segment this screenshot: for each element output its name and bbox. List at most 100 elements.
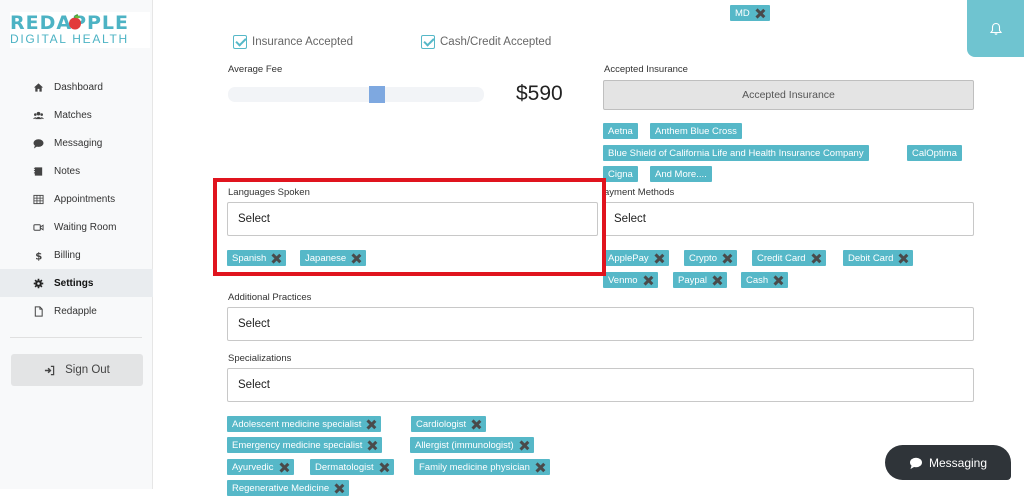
checkbox-label: Insurance Accepted xyxy=(252,36,354,48)
remove-icon[interactable] xyxy=(722,253,732,263)
additional-practices-select[interactable]: Select xyxy=(227,307,974,341)
chip-label: Dermatologist xyxy=(315,461,374,473)
chip-label: ApplePay xyxy=(608,252,649,264)
average-fee-slider[interactable] xyxy=(228,87,484,102)
svg-text:$: $ xyxy=(35,251,42,260)
comment-icon xyxy=(32,137,44,149)
specialization-chip[interactable]: Cardiologist xyxy=(411,416,487,432)
video-icon xyxy=(32,221,44,233)
chip-label: Cigna xyxy=(608,168,633,180)
insurance-chip[interactable]: Aetna xyxy=(603,123,638,139)
redapple-logo[interactable]: REDAPPLE DIGITAL HEALTH xyxy=(10,12,150,48)
remove-icon[interactable] xyxy=(654,253,664,263)
payment-chip[interactable]: ApplePay xyxy=(603,250,669,266)
sidebar-item-billing[interactable]: $ Billing xyxy=(0,241,153,269)
remove-icon[interactable] xyxy=(712,275,722,285)
payment-chip[interactable]: Debit Card xyxy=(843,250,914,266)
payment-methods-label: ayment Methods xyxy=(604,187,675,198)
chip-label: Crypto xyxy=(689,252,717,264)
payment-chip[interactable]: Credit Card xyxy=(752,250,826,266)
accepted-insurance-label: Accepted Insurance xyxy=(604,64,688,75)
chip-label: Adolescent medicine specialist xyxy=(232,418,362,430)
cash-credit-accepted-checkbox[interactable]: Cash/Credit Accepted xyxy=(421,35,551,49)
sidebar-item-waiting-room[interactable]: Waiting Room xyxy=(0,213,153,241)
chip-label: Blue Shield of California Life and Healt… xyxy=(608,147,864,159)
notes-icon xyxy=(32,165,44,177)
checkbox-checked-icon xyxy=(233,35,247,49)
average-fee-slider-thumb[interactable] xyxy=(369,86,385,103)
chip-label: Allergist (immunologist) xyxy=(415,439,514,451)
chip-label: MD xyxy=(735,7,750,19)
sidebar-item-messaging[interactable]: Messaging xyxy=(0,129,153,157)
remove-icon[interactable] xyxy=(367,440,377,450)
sidebar-item-settings[interactable]: Settings xyxy=(0,269,153,297)
remove-icon[interactable] xyxy=(755,8,765,18)
accepted-insurance-button[interactable]: Accepted Insurance xyxy=(603,80,974,110)
sidebar-item-label: Waiting Room xyxy=(54,221,117,233)
chip-label: And More.... xyxy=(655,168,707,180)
insurance-chip[interactable]: Anthem Blue Cross xyxy=(650,123,742,139)
remove-icon[interactable] xyxy=(471,419,481,429)
remove-icon[interactable] xyxy=(535,462,545,472)
sidebar-item-label: Dashboard xyxy=(54,81,103,93)
payment-chip[interactable]: Cash xyxy=(741,272,789,288)
remove-icon[interactable] xyxy=(898,253,908,263)
title-chip-md[interactable]: MD xyxy=(730,5,770,21)
specialization-chip[interactable]: Emergency medicine specialist xyxy=(227,437,383,453)
chip-label: CalOptima xyxy=(912,147,957,159)
payment-chip[interactable]: Venmo xyxy=(603,272,658,288)
remove-icon[interactable] xyxy=(773,275,783,285)
sidebar-item-redapple[interactable]: Redapple xyxy=(0,297,153,325)
remove-icon[interactable] xyxy=(366,419,376,429)
specializations-select[interactable]: Select xyxy=(227,368,974,402)
specialization-chip[interactable]: Dermatologist xyxy=(310,459,394,475)
sidebar-item-label: Settings xyxy=(54,277,94,289)
logo-subtitle: DIGITAL HEALTH xyxy=(10,32,129,46)
chip-label: Cash xyxy=(746,274,769,286)
insurance-chip[interactable]: CalOptima xyxy=(907,145,962,161)
remove-icon[interactable] xyxy=(379,462,389,472)
document-icon xyxy=(32,305,44,317)
chip-label: Venmo xyxy=(608,274,638,286)
insurance-chip[interactable]: Cigna xyxy=(603,166,638,182)
remove-icon[interactable] xyxy=(643,275,653,285)
apple-icon xyxy=(69,14,81,30)
sidebar-item-label: Redapple xyxy=(54,305,97,317)
bell-icon xyxy=(989,22,1002,35)
sidebar-item-notes[interactable]: Notes xyxy=(0,157,153,185)
sign-out-icon xyxy=(45,365,55,375)
insurance-chip[interactable]: Blue Shield of California Life and Healt… xyxy=(603,145,869,161)
chip-label: Aetna xyxy=(608,125,633,137)
sidebar-item-appointments[interactable]: Appointments xyxy=(0,185,153,213)
sidebar-nav: Dashboard Matches Messaging Notes Appoin… xyxy=(0,73,153,325)
messaging-chat-button[interactable]: Messaging xyxy=(885,445,1011,480)
remove-icon[interactable] xyxy=(519,440,529,450)
specialization-chip[interactable]: Adolescent medicine specialist xyxy=(227,416,382,432)
users-icon xyxy=(32,109,44,121)
payment-methods-select[interactable]: Select xyxy=(603,202,974,236)
specialization-chip[interactable]: Allergist (immunologist) xyxy=(410,437,534,453)
checkbox-checked-icon xyxy=(421,35,435,49)
remove-icon[interactable] xyxy=(334,483,344,493)
notifications-button[interactable] xyxy=(967,0,1024,57)
chip-label: Debit Card xyxy=(848,252,894,264)
home-icon xyxy=(32,81,44,93)
sidebar-item-dashboard[interactable]: Dashboard xyxy=(0,73,153,101)
remove-icon[interactable] xyxy=(811,253,821,263)
specialization-chip[interactable]: Family medicine physician xyxy=(414,459,550,475)
insurance-more-chip[interactable]: And More.... xyxy=(650,166,712,182)
sign-out-button[interactable]: Sign Out xyxy=(11,354,143,386)
specialization-chip[interactable]: Ayurvedic xyxy=(227,459,294,475)
sidebar-divider xyxy=(10,337,142,338)
chip-label: Regenerative Medicine xyxy=(232,482,330,494)
insurance-accepted-checkbox[interactable]: Insurance Accepted xyxy=(233,35,353,49)
remove-icon[interactable] xyxy=(279,462,289,472)
sidebar-item-matches[interactable]: Matches xyxy=(0,101,153,129)
payment-chip[interactable]: Crypto xyxy=(684,250,737,266)
dollar-icon: $ xyxy=(32,249,44,261)
comment-icon xyxy=(909,457,922,469)
payment-chip[interactable]: Paypal xyxy=(673,272,728,288)
specialization-chip[interactable]: Regenerative Medicine xyxy=(227,480,350,496)
sign-out-label: Sign Out xyxy=(65,364,110,376)
average-fee-label: Average Fee xyxy=(228,64,283,75)
